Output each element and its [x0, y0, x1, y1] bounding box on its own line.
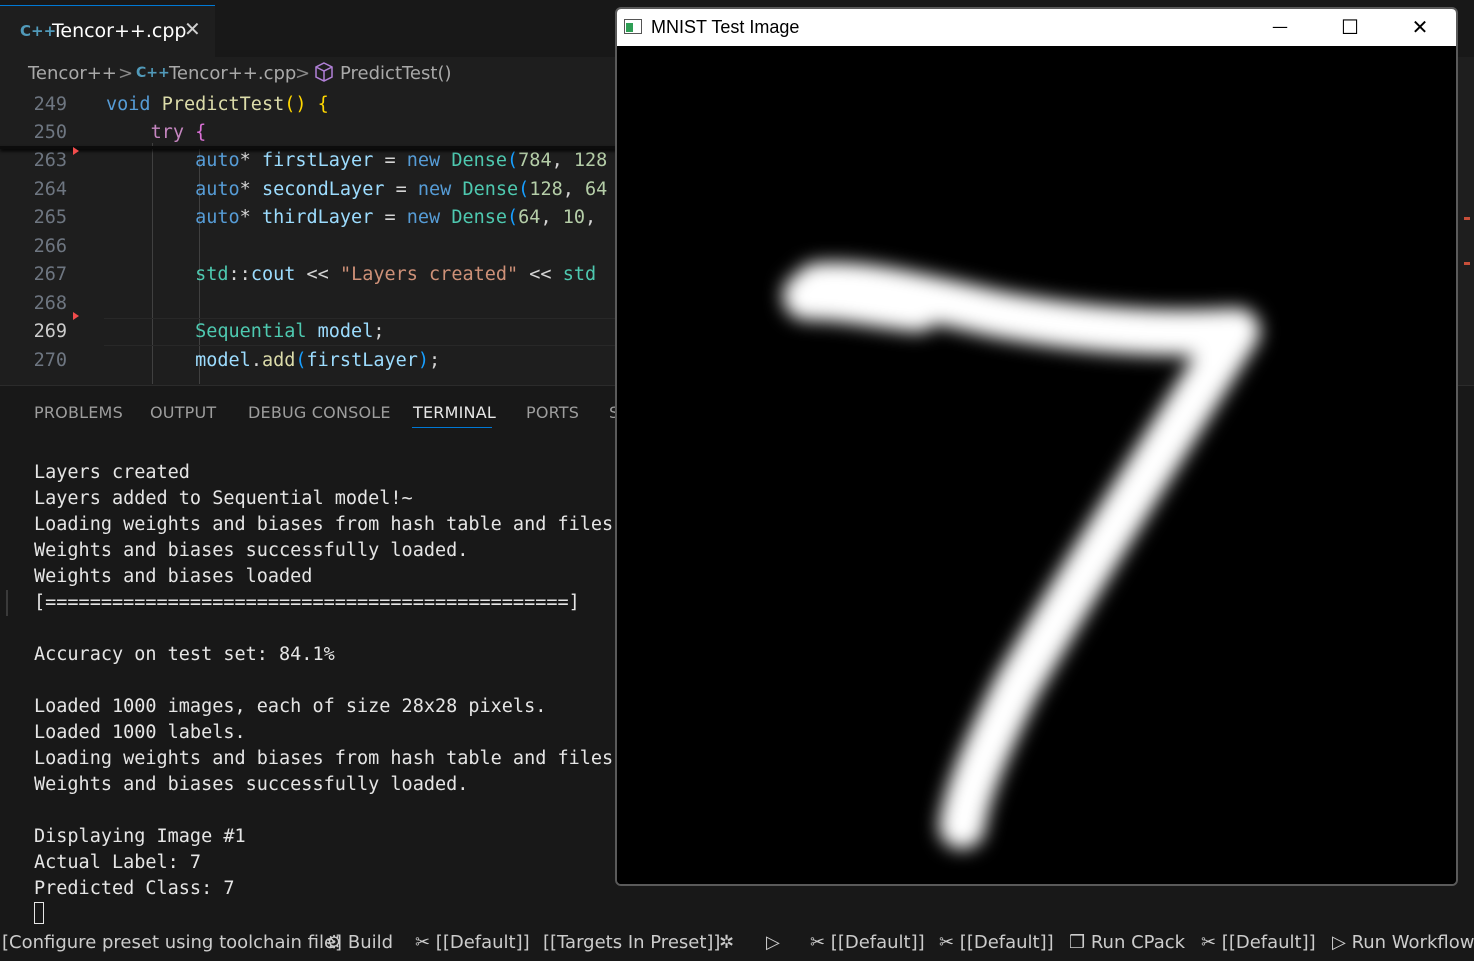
terminal-cursor [34, 902, 44, 924]
code-line[interactable]: 270 model.add(firstLayer); [0, 347, 620, 375]
terminal-line: Weights and biases successfully loaded. [34, 774, 469, 795]
terminal-line: Accuracy on test set: 84.1% [34, 644, 335, 665]
status-run-workflow[interactable]: ▷ Run Workflow [1332, 932, 1474, 953]
app-icon [624, 19, 642, 34]
terminal-line: Loaded 1000 labels. [34, 722, 246, 743]
terminal-line: Loading weights and biases from hash tab… [34, 748, 625, 769]
warning-marker [73, 312, 79, 320]
line-number: 249 [33, 94, 67, 115]
code-line[interactable]: 264 auto* secondLayer = new Dense(128, 6… [0, 176, 620, 204]
line-number: 264 [33, 179, 67, 200]
terminal-line: Layers added to Sequential model!~ [34, 488, 413, 509]
terminal-line: Displaying Image #1 [34, 826, 246, 847]
code-text: auto* secondLayer = new Dense(128, 64 [195, 179, 608, 200]
terminal-line: Weights and biases loaded [34, 566, 313, 587]
status-targets[interactable]: [[Targets In Preset]] [543, 932, 720, 953]
tab-ports[interactable]: PORTS [526, 403, 579, 422]
close-window-button[interactable]: ✕ [1385, 9, 1455, 46]
breadcrumb: Tencor++ > C++ Tencor++.cpp > PredictTes… [0, 57, 620, 91]
terminal-line: Loading weights and biases from hash tab… [34, 514, 625, 535]
tab-debug-console[interactable]: DEBUG CONSOLE [248, 403, 391, 422]
tab-label: Tencor++.cpp [52, 20, 187, 42]
status-build[interactable]: ⚙ Build [326, 932, 393, 953]
line-number: 270 [33, 350, 67, 371]
tab-problems[interactable]: PROBLEMS [34, 403, 123, 422]
editor-scrollbar[interactable] [1456, 57, 1474, 384]
terminal-line: Actual Label: 7 [34, 852, 202, 873]
tab-output[interactable]: OUTPUT [150, 403, 216, 422]
warning-marker [73, 147, 79, 155]
code-line[interactable]: 268 [0, 290, 620, 318]
code-line[interactable]: 249 void PredictTest() { [0, 91, 620, 119]
chevron-right-icon: > [118, 63, 134, 84]
line-number: 267 [33, 264, 67, 285]
code-line[interactable]: 267 std::cout << "Layers created" << std [0, 261, 620, 289]
code-line[interactable]: 263 auto* firstLayer = new Dense(784, 12… [0, 147, 620, 175]
line-number: 268 [33, 293, 67, 314]
active-tab-indicator [412, 427, 492, 428]
code-editor[interactable]: 249 void PredictTest() {250 try {263 auto… [0, 91, 620, 384]
close-icon[interactable]: ✕ [184, 17, 201, 41]
code-line[interactable]: 266 [0, 233, 620, 261]
breadcrumb-file[interactable]: Tencor++.cpp [169, 63, 296, 84]
terminal-line: Loaded 1000 images, each of size 28x28 p… [34, 696, 547, 717]
breadcrumb-symbol[interactable]: PredictTest() [340, 63, 452, 84]
code-text: auto* firstLayer = new Dense(784, 128 [195, 150, 608, 171]
code-line[interactable]: 265 auto* thirdLayer = new Dense(64, 10, [0, 204, 620, 232]
status-run[interactable]: ▷ [766, 932, 780, 953]
terminal-line: [=======================================… [34, 592, 580, 613]
code-text: try { [150, 122, 207, 143]
tab-tencor-cpp[interactable]: C++ Tencor++.cpp ✕ [0, 5, 215, 57]
cpp-file-icon: C++ [136, 65, 170, 81]
code-text: std::cout << "Layers created" << std [195, 264, 597, 285]
line-number: 266 [33, 236, 67, 257]
code-text: void PredictTest() { [106, 94, 329, 115]
status-test-preset[interactable]: ✂ [[Default]] [810, 932, 925, 953]
line-number: 250 [33, 122, 67, 143]
status-build-preset[interactable]: ✂ [[Default]] [415, 932, 530, 953]
line-number: 263 [33, 150, 67, 171]
terminal-line: Predicted Class: 7 [34, 878, 235, 899]
mnist-digit-image [617, 46, 1456, 884]
breadcrumb-folder[interactable]: Tencor++ [28, 63, 117, 84]
tab-terminal[interactable]: TERMINAL [413, 403, 496, 422]
window-title: MNIST Test Image [651, 17, 800, 37]
status-configure-preset[interactable]: [Configure preset using toolchain file] [2, 932, 342, 953]
terminal-line: Layers created [34, 462, 190, 483]
sticky-scroll-shadow [0, 146, 620, 149]
maximize-button[interactable]: ☐ [1315, 9, 1385, 46]
code-text: auto* thirdLayer = new Dense(64, 10, [195, 207, 597, 228]
minimize-button[interactable]: — [1245, 9, 1315, 46]
status-bar: [Configure preset using toolchain file] ⚙… [0, 927, 1474, 961]
code-line[interactable]: 269 Sequential model; [0, 318, 620, 346]
code-text: model.add(firstLayer); [195, 350, 441, 371]
mnist-window: MNIST Test Image — ☐ ✕ [615, 7, 1458, 886]
cpp-file-icon: C++ [20, 22, 57, 40]
window-titlebar[interactable]: MNIST Test Image — ☐ ✕ [617, 9, 1456, 46]
code-line[interactable]: 250 try { [0, 119, 620, 147]
line-number: 269 [33, 321, 67, 342]
status-package-preset[interactable]: ✂ [[Default]] [939, 932, 1054, 953]
status-run-cpack[interactable]: ❒ Run CPack [1069, 932, 1185, 953]
terminal-command-marker [6, 590, 8, 616]
terminal-line: Weights and biases successfully loaded. [34, 540, 469, 561]
cube-icon [315, 62, 333, 87]
code-text: Sequential model; [195, 321, 385, 342]
chevron-right-icon: > [295, 63, 311, 84]
status-workflow-preset[interactable]: ✂ [[Default]] [1201, 932, 1316, 953]
status-debug[interactable]: ✲ [719, 932, 734, 953]
line-number: 265 [33, 207, 67, 228]
